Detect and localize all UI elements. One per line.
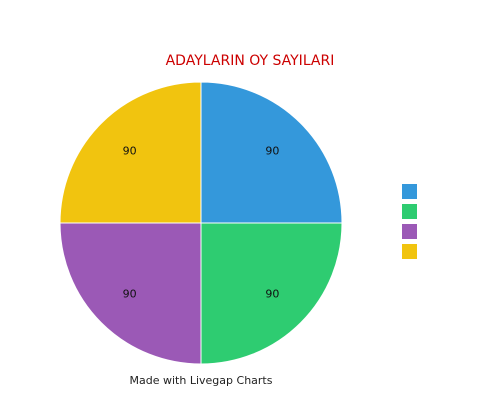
slice-value-label-4: 90	[123, 145, 137, 158]
legend-swatch-2[interactable]	[402, 204, 417, 219]
slice-value-label-2: 90	[265, 287, 279, 300]
chart-canvas: ADAYLARIN OY SAYILARI 90 90 90 90 Made with…	[59, 53, 417, 387]
slices-group	[59, 81, 343, 365]
legend	[402, 184, 417, 259]
legend-swatch-4[interactable]	[402, 244, 417, 259]
slice-value-label-3: 90	[123, 287, 137, 300]
legend-swatch-3[interactable]	[402, 224, 417, 239]
legend-swatch-1[interactable]	[402, 184, 417, 199]
slice-value-label-1: 90	[265, 145, 279, 158]
footer-credit: Made with Livegap Charts	[130, 374, 273, 387]
chart-title: ADAYLARIN OY SAYILARI	[166, 53, 335, 69]
pie-chart: ADAYLARIN OY SAYILARI 90 90 90 90 Made with…	[0, 0, 500, 400]
